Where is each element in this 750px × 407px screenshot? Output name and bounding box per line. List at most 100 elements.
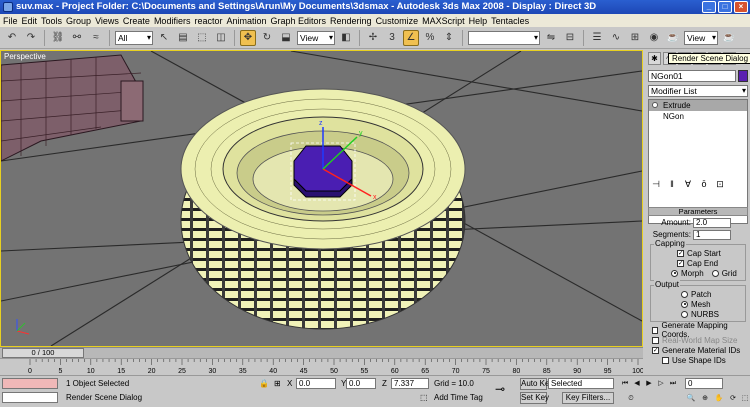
- menu-file[interactable]: File: [3, 16, 22, 26]
- time-config-icon[interactable]: ⏲: [626, 394, 636, 404]
- snaps-toggle-icon[interactable]: 3: [384, 30, 400, 46]
- menu-tentacles[interactable]: Tentacles: [491, 16, 533, 26]
- redo-icon[interactable]: ↷: [23, 30, 39, 46]
- window-crossing-icon[interactable]: ◫: [213, 30, 229, 46]
- align-icon[interactable]: ⊟: [562, 30, 578, 46]
- menu-rendering[interactable]: Rendering: [330, 16, 376, 26]
- lock-selection-icon[interactable]: 🔒: [259, 378, 269, 389]
- menu-animation[interactable]: Animation: [226, 16, 270, 26]
- cap-start-checkbox[interactable]: ✓ Cap Start: [677, 248, 743, 258]
- zoom-icon[interactable]: 🔍: [686, 394, 696, 404]
- material-editor-icon[interactable]: ◉: [646, 30, 662, 46]
- menu-graph-editors[interactable]: Graph Editors: [271, 16, 331, 26]
- time-slider[interactable]: 0 / 100: [0, 347, 643, 358]
- pan-icon[interactable]: ✋: [714, 394, 724, 404]
- morph-radio[interactable]: [671, 269, 678, 277]
- menu-reactor[interactable]: reactor: [194, 16, 226, 26]
- play-icon[interactable]: ▶: [644, 379, 654, 389]
- set-key-button[interactable]: Set Key: [520, 392, 549, 404]
- minimize-button[interactable]: _: [702, 1, 716, 13]
- select-and-manipulate-icon[interactable]: ✢: [365, 30, 381, 46]
- quick-render-icon[interactable]: ☕: [721, 30, 737, 46]
- curve-editor-icon[interactable]: ∿: [608, 30, 624, 46]
- close-button[interactable]: ×: [734, 1, 748, 13]
- menu-tools[interactable]: Tools: [41, 16, 66, 26]
- generate-mapping-coords-checkbox[interactable]: Generate Mapping Coords.: [652, 321, 748, 339]
- selection-set-dropdown[interactable]: Selected: [548, 378, 614, 389]
- configure-modifier-sets-icon[interactable]: ⊡: [714, 178, 726, 190]
- select-and-link-icon[interactable]: ⛓: [50, 30, 66, 46]
- show-end-result-icon[interactable]: ‖: [666, 178, 678, 190]
- segments-spinner[interactable]: 1: [693, 229, 731, 240]
- select-and-rotate-icon[interactable]: ↻: [259, 30, 275, 46]
- absolute-mode-icon[interactable]: ⊞: [274, 378, 281, 389]
- go-to-end-icon[interactable]: ⏭: [668, 379, 678, 389]
- unlink-selection-icon[interactable]: ⚯: [69, 30, 85, 46]
- maximize-viewport-icon[interactable]: ⬚: [740, 394, 750, 404]
- time-tag-icon[interactable]: ⬚: [420, 392, 428, 403]
- schematic-view-icon[interactable]: ⊞: [627, 30, 643, 46]
- spinner-snap-icon[interactable]: ⇕: [441, 30, 457, 46]
- real-world-map-size-checkbox[interactable]: Real-World Map Size: [652, 335, 748, 345]
- generate-material-ids-checkbox[interactable]: ✓ Generate Material IDs: [652, 345, 748, 355]
- trackbar[interactable]: 0 5 10 15 20 25 30 35 40 45 50 55 60 65 70 75 80 85 90 95 10…: [0, 358, 644, 375]
- menu-modifiers[interactable]: Modifiers: [154, 16, 195, 26]
- viewport-label[interactable]: Perspective: [4, 52, 46, 61]
- render-type-dropdown[interactable]: View: [684, 30, 718, 45]
- key-filters-button[interactable]: Key Filters...: [562, 392, 614, 404]
- menu-edit[interactable]: Edit: [22, 16, 42, 26]
- stack-item-ngon[interactable]: NGon: [649, 111, 747, 122]
- modifier-list-dropdown[interactable]: Modifier List: [648, 85, 748, 97]
- menu-create[interactable]: Create: [123, 16, 154, 26]
- render-scene-dialog-icon[interactable]: ☕: [665, 30, 681, 46]
- select-object-icon[interactable]: ↖: [156, 30, 172, 46]
- grid-radio[interactable]: [711, 269, 719, 277]
- create-tab-icon[interactable]: ✱: [648, 52, 661, 65]
- add-time-tag-text[interactable]: Add Time Tag: [434, 392, 483, 403]
- select-and-scale-icon[interactable]: ⬓: [278, 30, 294, 46]
- perspective-viewport[interactable]: z x y Perspective: [0, 50, 643, 347]
- current-frame-field[interactable]: 0: [685, 378, 723, 389]
- patch-radio[interactable]: Patch: [681, 289, 743, 299]
- layer-manager-icon[interactable]: ☰: [589, 30, 605, 46]
- object-color-swatch[interactable]: [738, 70, 748, 82]
- pivot-center-icon[interactable]: ◧: [338, 30, 354, 46]
- modifier-on-icon[interactable]: [652, 102, 658, 108]
- bind-to-space-warp-icon[interactable]: ≈: [88, 30, 104, 46]
- menu-maxscript[interactable]: MAXScript: [422, 16, 469, 26]
- selection-filter-dropdown[interactable]: All: [115, 30, 153, 45]
- nurbs-radio[interactable]: NURBS: [681, 309, 743, 319]
- menu-views[interactable]: Views: [95, 16, 123, 26]
- percent-snap-icon[interactable]: %: [422, 30, 438, 46]
- rectangular-selection-icon[interactable]: ⬚: [194, 30, 210, 46]
- previous-frame-icon[interactable]: ◀: [632, 379, 642, 389]
- menu-help[interactable]: Help: [469, 16, 492, 26]
- maxscript-listener-field[interactable]: [2, 378, 58, 389]
- max-app-icon[interactable]: [3, 2, 13, 12]
- reference-coordinate-dropdown[interactable]: View: [297, 30, 335, 45]
- mirror-icon[interactable]: ⇋: [543, 30, 559, 46]
- select-by-name-icon[interactable]: ▤: [175, 30, 191, 46]
- use-shape-ids-checkbox[interactable]: Use Shape IDs: [662, 355, 748, 365]
- select-and-move-icon[interactable]: ✥: [240, 29, 256, 46]
- angle-snap-icon[interactable]: ∠: [403, 29, 419, 46]
- named-selection-sets-dropdown[interactable]: [468, 30, 540, 45]
- next-frame-icon[interactable]: ▷: [656, 379, 666, 389]
- z-coordinate-field[interactable]: 7.337: [391, 378, 429, 389]
- parameters-rollout-header[interactable]: Parameters: [648, 207, 748, 216]
- make-unique-icon[interactable]: ∀: [682, 178, 694, 190]
- cap-end-checkbox[interactable]: ✓ Cap End: [677, 258, 743, 268]
- maximize-button[interactable]: □: [718, 1, 732, 13]
- mesh-radio[interactable]: Mesh: [681, 299, 743, 309]
- undo-icon[interactable]: ↶: [4, 30, 20, 46]
- maxscript-mini-listener[interactable]: [2, 392, 58, 403]
- object-name-field[interactable]: NGon01: [648, 70, 736, 82]
- auto-key-button[interactable]: Auto Key: [520, 378, 553, 390]
- time-slider-thumb[interactable]: 0 / 100: [2, 348, 84, 358]
- orbit-icon[interactable]: ⟳: [728, 394, 738, 404]
- amount-spinner[interactable]: 2.0: [693, 217, 731, 228]
- go-to-start-icon[interactable]: ⏮: [620, 379, 630, 389]
- pin-stack-icon[interactable]: ⊣: [650, 178, 662, 190]
- stack-item-extrude[interactable]: Extrude: [649, 100, 747, 111]
- zoom-all-icon[interactable]: ⊕: [700, 394, 710, 404]
